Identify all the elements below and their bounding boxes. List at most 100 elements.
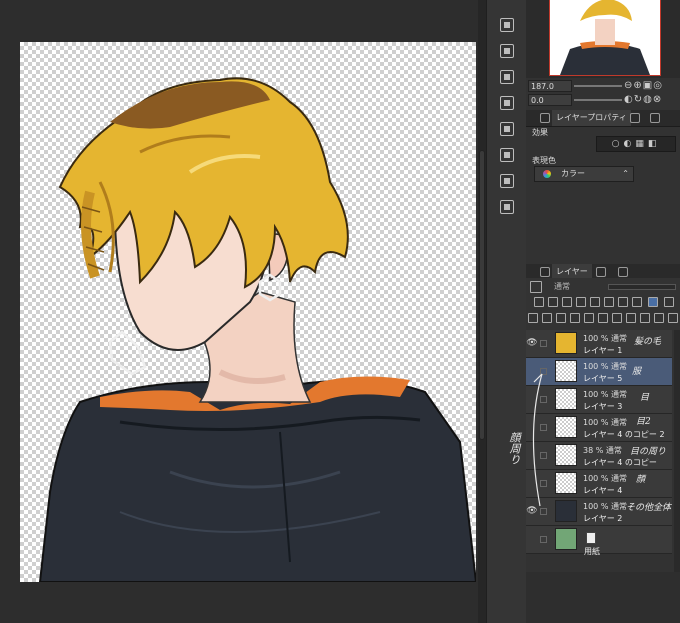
layer-thumbnail <box>555 500 577 522</box>
delete-layer-icon[interactable] <box>668 313 678 323</box>
layer-thumbnail <box>555 360 577 382</box>
lock-icon[interactable] <box>562 297 572 307</box>
blend-row: 通常 <box>526 280 680 294</box>
layer-name: レイヤー 1 <box>583 346 623 355</box>
layer-name: レイヤー 4 <box>583 486 623 495</box>
tab-timeline-icon[interactable] <box>618 267 628 277</box>
handwritten-note: 目の周り <box>630 447 667 457</box>
grid-icon[interactable] <box>500 18 514 32</box>
copy-icon[interactable] <box>500 70 514 84</box>
clip-icon[interactable] <box>534 297 544 307</box>
zoom-row: 187.0 ⊖⊕▣◎ <box>526 80 680 93</box>
layer-tools-row-2 <box>526 312 680 326</box>
canvas-area[interactable] <box>0 0 486 623</box>
paper-icon <box>586 532 596 544</box>
expression-color-select[interactable]: カラー ⌃ <box>534 166 634 182</box>
layer-mode: 38 % 通常 <box>583 446 622 455</box>
handwritten-note: 顔 <box>636 475 646 485</box>
layer-thumbnail <box>555 416 577 438</box>
layer-panel-bottom <box>526 572 680 623</box>
expression-color-value: カラー <box>561 169 585 178</box>
palette-icon[interactable] <box>632 297 642 307</box>
new-raster-layer-icon[interactable] <box>528 313 538 323</box>
rotate-value[interactable]: 0.0 <box>528 94 572 106</box>
earring-left <box>108 330 147 376</box>
rotate-row: 0.0 ◐↻◍⊗ <box>526 94 680 107</box>
right-panel: 187.0 ⊖⊕▣◎ 0.0 ◐↻◍⊗ レイヤープロパティ 効果 ○◐▦◧ 表現… <box>526 0 680 623</box>
mask-icon[interactable] <box>590 297 600 307</box>
transform-icon[interactable] <box>500 96 514 110</box>
layer-mode: 100 % 通常 <box>583 334 627 343</box>
color-mode-icon[interactable] <box>648 297 658 307</box>
layer-transfer-icon[interactable] <box>654 313 664 323</box>
paper-thumbnail <box>555 528 577 550</box>
new-folder-icon[interactable] <box>556 313 566 323</box>
color-wheel-icon <box>543 170 551 178</box>
canvas-scrollbar[interactable] <box>478 0 486 623</box>
rotate-buttons[interactable]: ◐↻◍⊗ <box>624 94 662 106</box>
opacity-slider[interactable] <box>608 284 676 290</box>
layer-mode: 100 % 通常 <box>583 474 627 483</box>
handwritten-note: 目 <box>640 393 650 403</box>
zoom-value[interactable]: 187.0 <box>528 80 572 92</box>
handwritten-note: 服 <box>632 367 642 377</box>
layer-name: レイヤー 3 <box>583 402 623 411</box>
layer-row-paper[interactable]: 用紙 <box>526 526 672 556</box>
layer-toolbar: 通常 <box>526 278 680 330</box>
zoom-buttons[interactable]: ⊖⊕▣◎ <box>624 80 663 92</box>
drawing-canvas[interactable] <box>20 42 476 582</box>
layer-name: レイヤー 4 のコピー 2 <box>583 430 665 439</box>
property-empty-area <box>526 188 680 262</box>
character-illustration <box>38 77 476 582</box>
preview-image <box>550 0 660 75</box>
hoodie-body <box>38 379 476 582</box>
layer-name: レイヤー 4 のコピー <box>583 458 657 467</box>
tab-sub-view-icon[interactable] <box>650 113 660 123</box>
navigator-preview[interactable] <box>549 0 661 76</box>
zoom-slider[interactable] <box>574 85 622 87</box>
ruler-icon[interactable] <box>604 297 614 307</box>
layer-checkbox[interactable] <box>540 536 547 543</box>
effect-label: 効果 <box>532 128 548 137</box>
new-vector-layer-icon[interactable] <box>542 313 552 323</box>
draft-icon[interactable] <box>618 297 628 307</box>
figure-icon[interactable] <box>500 200 514 214</box>
navigator-panel <box>526 0 680 78</box>
layer-name: レイヤー 5 <box>583 374 623 383</box>
handwritten-note: 目2 <box>636 417 651 427</box>
layer-mode: 100 % 通常 <box>583 362 627 371</box>
layer-property-icon[interactable] <box>540 113 550 123</box>
tab-history-icon[interactable] <box>596 267 606 277</box>
more-icon[interactable] <box>664 297 674 307</box>
layer-color-icon[interactable] <box>530 281 542 293</box>
rotate-slider[interactable] <box>574 99 622 101</box>
expression-color-label: 表現色 <box>532 156 556 165</box>
apply-mask-icon[interactable] <box>612 313 622 323</box>
chevron-updown-icon: ⌃ <box>622 169 629 178</box>
tab-layer-property[interactable]: レイヤープロパティ <box>552 110 631 126</box>
effect-buttons[interactable]: ○◐▦◧ <box>596 136 676 152</box>
layer-settings-icon[interactable] <box>500 44 514 58</box>
camera-icon[interactable] <box>500 174 514 188</box>
combine-down-icon[interactable] <box>584 313 594 323</box>
canvas-scroll-thumb[interactable] <box>479 150 485 440</box>
layer-row[interactable]: 👁 100 % 通常 レイヤー 1 髪の毛 <box>526 330 672 358</box>
layer-name: レイヤー 2 <box>583 514 623 523</box>
edit-icon[interactable] <box>500 148 514 162</box>
blend-mode-select[interactable]: 通常 <box>546 280 614 294</box>
reference-icon[interactable] <box>548 297 558 307</box>
clip-lower-icon[interactable] <box>640 313 650 323</box>
eye-icon[interactable]: 👁 <box>526 338 538 348</box>
layer-mode: 100 % 通常 <box>583 418 627 427</box>
layer-scrollbar[interactable] <box>674 330 680 572</box>
mask-toggle-icon[interactable] <box>626 313 636 323</box>
transfer-down-icon[interactable] <box>570 313 580 323</box>
layer-stack-icon[interactable] <box>540 267 550 277</box>
layer-checkbox[interactable] <box>540 340 547 347</box>
tab-search-icon[interactable] <box>630 113 640 123</box>
lock-transparent-icon[interactable] <box>576 297 586 307</box>
property-tab-bar: レイヤープロパティ <box>526 110 680 127</box>
save-icon[interactable] <box>500 122 514 136</box>
new-mask-icon[interactable] <box>598 313 608 323</box>
layer-tools-row-1 <box>526 296 680 310</box>
